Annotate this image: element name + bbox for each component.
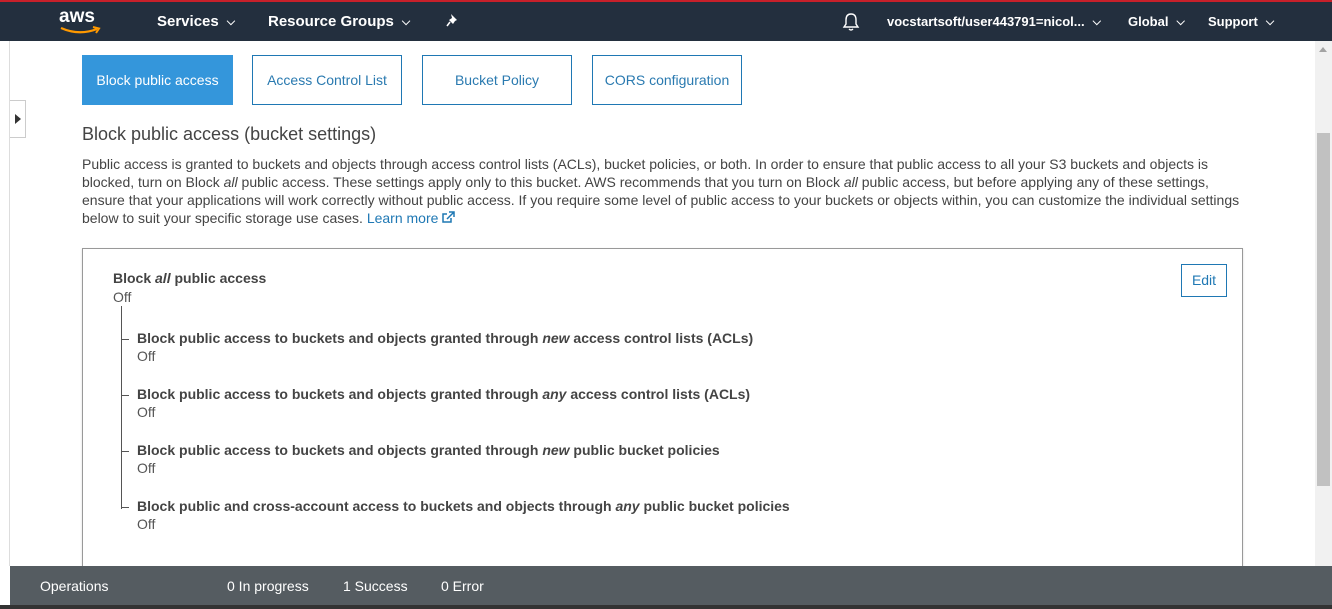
tree-branch xyxy=(121,339,129,340)
scrollbar-thumb[interactable] xyxy=(1317,133,1330,486)
setting-title-emphasis: new xyxy=(542,330,570,346)
master-title-emphasis: all xyxy=(155,270,171,286)
setting-value: Off xyxy=(137,460,156,476)
setting-title: Block public access to buckets and objec… xyxy=(137,386,750,402)
setting-title-emphasis: any xyxy=(615,498,640,514)
desc-emphasis-2: all xyxy=(843,174,858,190)
operations-success[interactable]: 1 Success xyxy=(343,578,408,594)
region-menu[interactable]: Global ⌵ xyxy=(1128,14,1185,29)
scroll-up-arrow-icon[interactable] xyxy=(1319,47,1327,52)
chevron-down-icon: ⌵ xyxy=(1092,16,1101,28)
pin-icon[interactable] xyxy=(446,13,460,29)
caret-right-icon xyxy=(15,114,21,124)
top-navigation-bar: aws Services ⌵ Resource Groups ⌵ vocstarts… xyxy=(0,0,1332,41)
tree-branch xyxy=(121,451,129,452)
operations-bar[interactable]: Operations 0 In progress 1 Success 0 Err… xyxy=(10,566,1332,605)
services-label: Services xyxy=(157,13,219,30)
tree-branch xyxy=(121,395,129,396)
setting-title: Block public access to buckets and objec… xyxy=(137,330,753,346)
setting-title: Block public and cross-account access to… xyxy=(137,498,790,514)
aws-logo[interactable]: aws xyxy=(59,6,103,36)
tree-connector-line xyxy=(121,306,122,509)
operations-error[interactable]: 0 Error xyxy=(441,578,484,594)
tab-cors-configuration[interactable]: CORS configuration xyxy=(592,55,742,105)
bell-icon[interactable] xyxy=(842,12,860,32)
setting-title-post: public bucket policies xyxy=(639,498,790,514)
chevron-down-icon: ⌵ xyxy=(1265,16,1275,28)
support-label: Support xyxy=(1208,14,1258,29)
services-menu[interactable]: Services ⌵ xyxy=(157,13,235,30)
window-bottom-edge xyxy=(0,605,1332,609)
aws-smile-icon xyxy=(60,26,101,34)
tab-access-control-list[interactable]: Access Control List xyxy=(252,55,402,105)
region-label: Global xyxy=(1128,14,1169,29)
tree-branch xyxy=(121,507,129,508)
operations-label[interactable]: Operations xyxy=(40,578,108,594)
tab-bucket-policy[interactable]: Bucket Policy xyxy=(422,55,572,105)
section-heading: Block public access (bucket settings) xyxy=(82,124,377,144)
operations-in-progress[interactable]: 0 In progress xyxy=(227,578,309,594)
desc-emphasis-1: all xyxy=(223,174,238,190)
chevron-down-icon: ⌵ xyxy=(1176,16,1185,28)
setting-title-pre: Block public access to buckets and objec… xyxy=(137,330,543,346)
aws-logo-text: aws xyxy=(59,6,95,27)
edit-button[interactable]: Edit xyxy=(1181,264,1227,297)
setting-title-post: access control lists (ACLs) xyxy=(569,330,754,346)
setting-title-emphasis: any xyxy=(542,386,567,402)
setting-title: Block public access to buckets and objec… xyxy=(137,442,720,458)
setting-title-pre: Block public access to buckets and objec… xyxy=(137,442,543,458)
resource-groups-label: Resource Groups xyxy=(268,13,394,30)
support-menu[interactable]: Support ⌵ xyxy=(1208,14,1274,29)
resource-groups-menu[interactable]: Resource Groups ⌵ xyxy=(268,13,410,30)
learn-more-link[interactable]: Learn more xyxy=(367,210,456,226)
drawer-toggle-button[interactable] xyxy=(10,100,26,138)
section-description: Public access is granted to buckets and … xyxy=(82,155,1252,227)
setting-title-pre: Block public access to buckets and objec… xyxy=(137,386,543,402)
master-title-pre: Block xyxy=(113,270,156,286)
master-title-post: public access xyxy=(170,270,267,286)
setting-value: Off xyxy=(137,404,156,420)
block-public-access-panel: Block all public access Off Edit Block p… xyxy=(82,248,1243,578)
desc-text-2: public access. These settings apply only… xyxy=(237,174,844,190)
chevron-down-icon: ⌵ xyxy=(401,16,411,28)
setting-title-emphasis: new xyxy=(542,442,570,458)
setting-value: Off xyxy=(137,348,156,364)
setting-title-post: public bucket policies xyxy=(569,442,720,458)
block-all-public-access-title: Block all public access xyxy=(113,270,266,286)
setting-title-pre: Block public and cross-account access to… xyxy=(137,498,616,514)
external-link-icon xyxy=(442,211,456,223)
vertical-scrollbar[interactable] xyxy=(1315,41,1332,566)
tab-block-public-access[interactable]: Block public access xyxy=(82,55,233,105)
block-all-public-access-value: Off xyxy=(113,289,132,305)
chevron-down-icon: ⌵ xyxy=(226,16,236,28)
learn-more-label: Learn more xyxy=(366,210,439,226)
account-menu[interactable]: vocstartsoft/user443791=nicol... ⌵ xyxy=(887,14,1101,29)
setting-value: Off xyxy=(137,516,156,532)
account-label: vocstartsoft/user443791=nicol... xyxy=(887,14,1085,29)
setting-title-post: access control lists (ACLs) xyxy=(566,386,751,402)
